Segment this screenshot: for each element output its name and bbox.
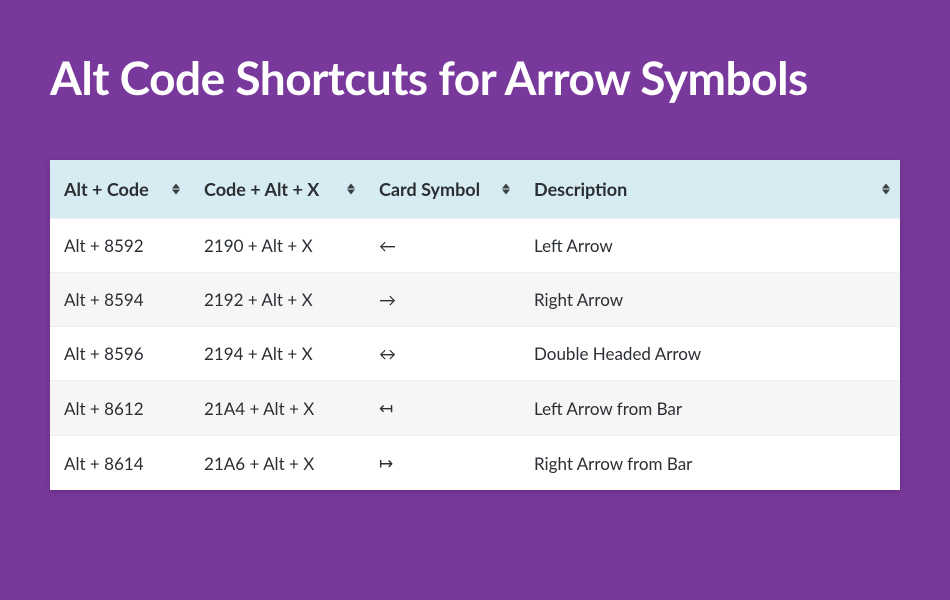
col-header-symbol[interactable]: Card Symbol (365, 160, 520, 219)
col-header-hex-code[interactable]: Code + Alt + X (190, 160, 365, 219)
cell-description: Double Headed Arrow (520, 327, 900, 381)
table-header-row: Alt + Code Code + Alt + X Card Symbol (50, 160, 900, 219)
cell-symbol: ← (365, 219, 520, 273)
col-header-alt-code[interactable]: Alt + Code (50, 160, 190, 219)
cell-hex-code: 2190 + Alt + X (190, 219, 365, 273)
col-header-label: Card Symbol (379, 178, 480, 200)
cell-description: Right Arrow from Bar (520, 436, 900, 491)
col-header-description[interactable]: Description (520, 160, 900, 219)
cell-hex-code: 21A6 + Alt + X (190, 436, 365, 491)
page-title: Alt Code Shortcuts for Arrow Symbols (50, 50, 900, 105)
cell-description: Left Arrow from Bar (520, 381, 900, 436)
cell-symbol: → (365, 273, 520, 327)
cell-hex-code: 2192 + Alt + X (190, 273, 365, 327)
sort-icon (502, 184, 510, 195)
cell-hex-code: 2194 + Alt + X (190, 327, 365, 381)
table-row: Alt + 8614 21A6 + Alt + X ↦ Right Arrow … (50, 436, 900, 491)
table-row: Alt + 8612 21A4 + Alt + X ↤ Left Arrow f… (50, 381, 900, 436)
cell-alt-code: Alt + 8612 (50, 381, 190, 436)
sort-icon (347, 184, 355, 195)
col-header-label: Alt + Code (64, 178, 149, 200)
cell-alt-code: Alt + 8594 (50, 273, 190, 327)
sort-icon (172, 184, 180, 195)
cell-description: Left Arrow (520, 219, 900, 273)
cell-symbol: ↤ (365, 381, 520, 436)
table-row: Alt + 8594 2192 + Alt + X → Right Arrow (50, 273, 900, 327)
cell-symbol: ↦ (365, 436, 520, 491)
col-header-label: Description (534, 178, 627, 200)
shortcuts-table: Alt + Code Code + Alt + X Card Symbol (50, 160, 900, 490)
cell-description: Right Arrow (520, 273, 900, 327)
cell-alt-code: Alt + 8614 (50, 436, 190, 491)
table-row: Alt + 8592 2190 + Alt + X ← Left Arrow (50, 219, 900, 273)
col-header-label: Code + Alt + X (204, 178, 319, 200)
cell-symbol: ↔ (365, 327, 520, 381)
sort-icon (882, 184, 890, 195)
shortcuts-table-wrap: Alt + Code Code + Alt + X Card Symbol (50, 160, 900, 490)
cell-alt-code: Alt + 8596 (50, 327, 190, 381)
cell-hex-code: 21A4 + Alt + X (190, 381, 365, 436)
table-row: Alt + 8596 2194 + Alt + X ↔ Double Heade… (50, 327, 900, 381)
cell-alt-code: Alt + 8592 (50, 219, 190, 273)
